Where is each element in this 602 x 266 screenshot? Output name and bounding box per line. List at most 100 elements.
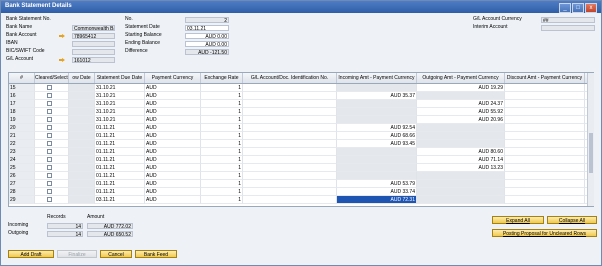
table-row[interactable]: 22 01.11.21 AUD 1 AUD 93.45: [9, 140, 593, 148]
gl-account-cell[interactable]: [243, 100, 337, 108]
cleared-checkbox[interactable]: [47, 189, 52, 194]
cleared-checkbox[interactable]: [47, 165, 52, 170]
table-row[interactable]: 17 31.10.21 AUD 1 AUD 24.37: [9, 100, 593, 108]
payment-currency-cell[interactable]: AUD: [145, 84, 201, 92]
table-row[interactable]: 27 01.11.21 AUD 1 AUD 53.79: [9, 180, 593, 188]
table-row[interactable]: 20 01.11.21 AUD 1 AUD 92.54: [9, 124, 593, 132]
cleared-checkbox[interactable]: [47, 101, 52, 106]
col-header-payment-currency[interactable]: Payment Currency: [145, 73, 201, 83]
incoming-amount-cell[interactable]: AUD 72.31: [337, 196, 417, 204]
bank-account-link-arrow-icon[interactable]: [59, 34, 65, 38]
outgoing-amount-cell[interactable]: [417, 92, 505, 100]
exchange-rate-cell[interactable]: 1: [201, 196, 243, 204]
gl-account-cell[interactable]: [243, 148, 337, 156]
cleared-checkbox[interactable]: [47, 141, 52, 146]
table-row[interactable]: 21 01.11.21 AUD 1 AUD 68.66: [9, 132, 593, 140]
gl-account-cell[interactable]: [243, 156, 337, 164]
table-row[interactable]: 23 01.11.21 AUD 1 AUD 80.60: [9, 148, 593, 156]
gl-account-link-arrow-icon[interactable]: [59, 58, 65, 62]
exchange-rate-cell[interactable]: 1: [201, 84, 243, 92]
discount-amount-cell[interactable]: [505, 148, 585, 156]
discount-amount-cell[interactable]: [505, 140, 585, 148]
payment-currency-cell[interactable]: AUD: [145, 156, 201, 164]
table-row[interactable]: 28 01.11.21 AUD 1 AUD 33.74: [9, 188, 593, 196]
outgoing-amount-cell[interactable]: AUD 20.96: [417, 116, 505, 124]
due-date-cell[interactable]: 01.11.21: [95, 124, 145, 132]
payment-currency-cell[interactable]: AUD: [145, 116, 201, 124]
cleared-checkbox[interactable]: [47, 125, 52, 130]
col-header-cleared[interactable]: Cleared/Selected: [35, 73, 69, 83]
incoming-amount-cell[interactable]: AUD 68.66: [337, 132, 417, 140]
incoming-amount-cell[interactable]: AUD 33.74: [337, 188, 417, 196]
finalize-button[interactable]: Finalize: [57, 250, 97, 258]
discount-amount-cell[interactable]: [505, 164, 585, 172]
discount-amount-cell[interactable]: [505, 92, 585, 100]
outgoing-amount-cell[interactable]: [417, 196, 505, 204]
cleared-checkbox[interactable]: [47, 181, 52, 186]
gl-account-cell[interactable]: [243, 124, 337, 132]
gl-account-cell[interactable]: [243, 132, 337, 140]
exchange-rate-cell[interactable]: 1: [201, 116, 243, 124]
due-date-cell[interactable]: 01.11.21: [95, 148, 145, 156]
cancel-button[interactable]: Cancel: [100, 250, 132, 258]
col-header-incoming-amount[interactable]: Incoming Amt - Payment Currency: [337, 73, 417, 83]
discount-amount-cell[interactable]: [505, 108, 585, 116]
cleared-checkbox[interactable]: [47, 85, 52, 90]
exchange-rate-cell[interactable]: 1: [201, 156, 243, 164]
due-date-cell[interactable]: 01.11.21: [95, 132, 145, 140]
collapse-all-button[interactable]: Collapse All: [547, 216, 597, 224]
incoming-amount-cell[interactable]: AUD 92.54: [337, 124, 417, 132]
incoming-amount-cell[interactable]: [337, 116, 417, 124]
discount-amount-cell[interactable]: [505, 100, 585, 108]
payment-currency-cell[interactable]: AUD: [145, 164, 201, 172]
gl-account-cell[interactable]: [243, 164, 337, 172]
payment-currency-cell[interactable]: AUD: [145, 92, 201, 100]
outgoing-amount-cell[interactable]: [417, 188, 505, 196]
incoming-amount-cell[interactable]: [337, 148, 417, 156]
gl-account-cell[interactable]: [243, 84, 337, 92]
ending-balance-field[interactable]: AUD 0.00: [185, 41, 229, 47]
col-header-gl-account[interactable]: G/L Account/Doc. Identification No.: [243, 73, 337, 83]
payment-currency-cell[interactable]: AUD: [145, 100, 201, 108]
expand-all-button[interactable]: Expand All: [492, 216, 544, 224]
gl-account-cell[interactable]: [243, 108, 337, 116]
due-date-cell[interactable]: 01.11.21: [95, 156, 145, 164]
exchange-rate-cell[interactable]: 1: [201, 148, 243, 156]
exchange-rate-cell[interactable]: 1: [201, 100, 243, 108]
gl-account-cell[interactable]: [243, 140, 337, 148]
cleared-checkbox[interactable]: [47, 133, 52, 138]
exchange-rate-cell[interactable]: 1: [201, 132, 243, 140]
cleared-checkbox[interactable]: [47, 197, 52, 202]
outgoing-amount-cell[interactable]: AUD 24.37: [417, 100, 505, 108]
add-draft-button[interactable]: Add Draft: [8, 250, 54, 258]
table-row[interactable]: 26 01.11.21 AUD 1: [9, 172, 593, 180]
payment-currency-cell[interactable]: AUD: [145, 188, 201, 196]
gl-account-cell[interactable]: [243, 196, 337, 204]
col-header-row-date[interactable]: ow Date: [69, 73, 95, 83]
cleared-checkbox[interactable]: [47, 117, 52, 122]
due-date-cell[interactable]: 31.10.21: [95, 84, 145, 92]
discount-amount-cell[interactable]: [505, 124, 585, 132]
incoming-amount-cell[interactable]: [337, 100, 417, 108]
incoming-amount-cell[interactable]: [337, 164, 417, 172]
table-row[interactable]: 24 01.11.21 AUD 1 AUD 71.14: [9, 156, 593, 164]
payment-currency-cell[interactable]: AUD: [145, 196, 201, 204]
payment-currency-cell[interactable]: AUD: [145, 140, 201, 148]
table-row[interactable]: 16 31.10.21 AUD 1 AUD 35.37: [9, 92, 593, 100]
gl-account-cell[interactable]: [243, 180, 337, 188]
outgoing-amount-cell[interactable]: [417, 180, 505, 188]
discount-amount-cell[interactable]: [505, 116, 585, 124]
title-bar[interactable]: Bank Statement Details _ □ x: [1, 1, 601, 13]
table-row[interactable]: 25 01.11.21 AUD 1 AUD 13.23: [9, 164, 593, 172]
discount-amount-cell[interactable]: [505, 172, 585, 180]
table-row[interactable]: 19 31.10.21 AUD 1 AUD 20.96: [9, 116, 593, 124]
exchange-rate-cell[interactable]: 1: [201, 172, 243, 180]
cleared-checkbox[interactable]: [47, 93, 52, 98]
exchange-rate-cell[interactable]: 1: [201, 92, 243, 100]
incoming-amount-cell[interactable]: AUD 53.79: [337, 180, 417, 188]
exchange-rate-cell[interactable]: 1: [201, 108, 243, 116]
due-date-cell[interactable]: 01.11.21: [95, 188, 145, 196]
discount-amount-cell[interactable]: [505, 156, 585, 164]
minimize-button[interactable]: _: [559, 3, 571, 13]
payment-currency-cell[interactable]: AUD: [145, 172, 201, 180]
